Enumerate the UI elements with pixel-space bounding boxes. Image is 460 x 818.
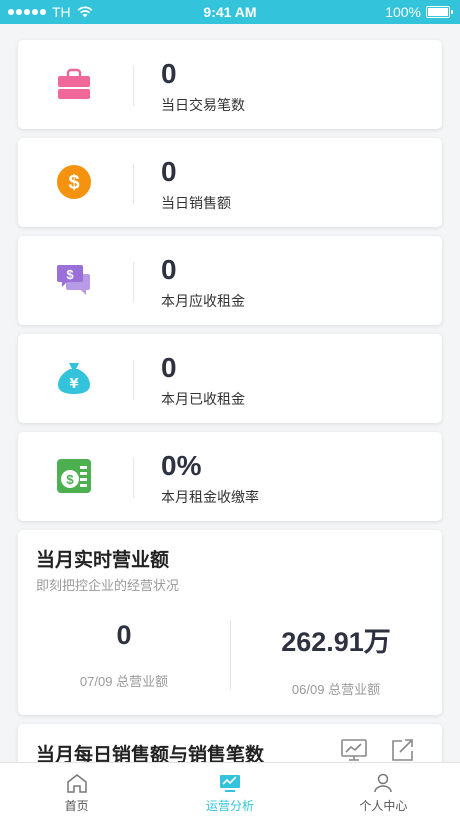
- shopping-bag-icon: [56, 66, 92, 102]
- person-icon: [374, 773, 393, 793]
- coin-list-icon: $: [56, 458, 92, 494]
- card-title: 当月实时营业额: [36, 550, 170, 571]
- stat-label: 本月已收租金: [161, 391, 245, 407]
- svg-text:$: $: [66, 472, 74, 487]
- stat-value: 0: [161, 58, 177, 89]
- stat-value: 0: [161, 156, 177, 187]
- stat-card-collection-rate[interactable]: $ 0% 本月租金收缴率: [18, 432, 442, 521]
- stat-card-sales[interactable]: $ 0 当日销售额: [18, 138, 442, 227]
- dollar-coin-icon: $: [56, 164, 92, 200]
- divider: [133, 66, 134, 106]
- stat-label: 本月租金收缴率: [161, 489, 259, 505]
- line-chart-icon[interactable]: [340, 736, 368, 762]
- stat-card-transactions[interactable]: 0 当日交易笔数: [18, 40, 442, 129]
- tab-bar: 首页 运营分析 个人中心: [0, 762, 460, 818]
- divider: [133, 164, 134, 204]
- current-revenue: 0 07/09 总营业额: [18, 620, 230, 690]
- status-bar: TH 9:41 AM 100%: [0, 0, 460, 24]
- home-icon: [66, 774, 87, 793]
- tab-profile[interactable]: 个人中心: [307, 763, 460, 818]
- current-revenue-value: 0: [116, 620, 132, 650]
- stat-card-rent-due[interactable]: $ 0 本月应收租金: [18, 236, 442, 325]
- stat-value: 0: [161, 254, 177, 285]
- svg-text:$: $: [66, 267, 74, 282]
- card-title: 当月每日销售额与销售笔数: [36, 745, 265, 762]
- divider: [133, 458, 134, 498]
- battery-icon: [426, 6, 453, 18]
- tab-home[interactable]: 首页: [0, 763, 153, 818]
- analytics-icon: [219, 775, 240, 792]
- share-icon[interactable]: [388, 736, 416, 762]
- battery-percent: 100%: [385, 4, 421, 20]
- monthly-revenue-card: 当月实时营业额 即刻把控企业的经营状况 0 07/09 总营业额 262.91万…: [18, 530, 442, 715]
- tab-label: 首页: [64, 799, 89, 813]
- stat-card-rent-received[interactable]: ¥ 0 本月已收租金: [18, 334, 442, 423]
- battery-status: 100%: [385, 4, 453, 20]
- divider: [133, 360, 134, 400]
- stat-label: 当日销售额: [161, 195, 231, 211]
- previous-revenue-value: 262.91万: [281, 627, 391, 657]
- main-content: 0 当日交易笔数 $ 0 当日销售额 $ 0 本月应收租金 ¥ 0 本月已收租金…: [0, 24, 460, 762]
- previous-revenue: 262.91万 06/09 总营业额: [230, 620, 442, 698]
- tab-analytics[interactable]: 运营分析: [153, 763, 306, 818]
- chat-dollar-icon: $: [56, 262, 92, 298]
- divider: [133, 262, 134, 302]
- tab-label: 运营分析: [205, 799, 254, 813]
- tab-label: 个人中心: [359, 799, 408, 813]
- stat-value: 0: [161, 352, 177, 383]
- stat-label: 本月应收租金: [161, 293, 245, 309]
- stat-value: 0%: [161, 450, 202, 481]
- current-revenue-label: 07/09 总营业额: [79, 674, 169, 689]
- svg-text:$: $: [68, 172, 79, 194]
- daily-sales-card: 当月每日销售额与销售笔数: [18, 724, 442, 762]
- card-subtitle: 即刻把控企业的经营状况: [36, 578, 180, 593]
- svg-text:¥: ¥: [69, 377, 78, 392]
- previous-revenue-label: 06/09 总营业额: [291, 682, 381, 697]
- money-bag-yuan-icon: ¥: [56, 360, 92, 396]
- stat-label: 当日交易笔数: [161, 97, 245, 113]
